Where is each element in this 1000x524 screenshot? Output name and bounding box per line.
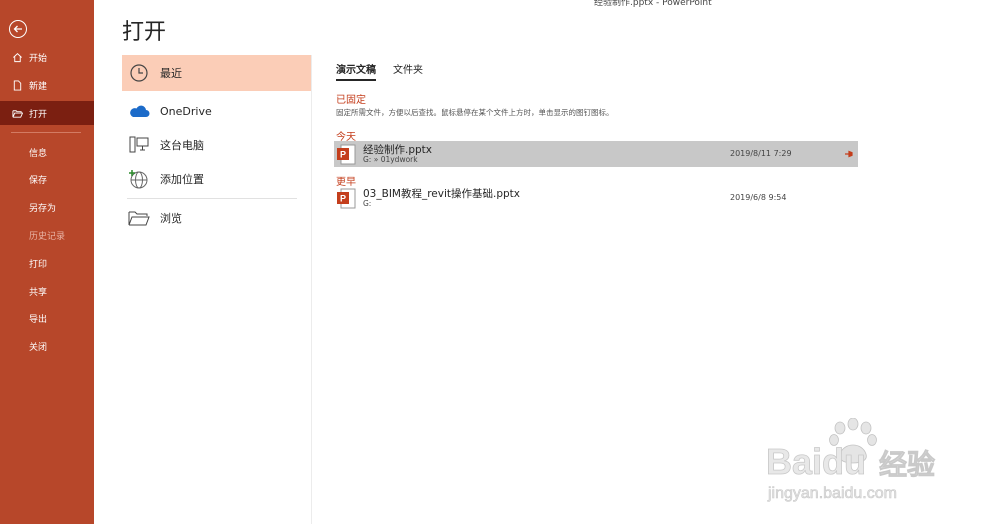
onedrive-cloud-icon [127, 99, 151, 123]
nav-export[interactable]: 导出 [0, 306, 94, 330]
open-folder-icon [11, 107, 23, 119]
location-onedrive[interactable]: OneDrive [122, 93, 311, 129]
pinned-description: 固定所需文件，方便以后查找。鼠标悬停在某个文件上方时，单击显示的图钉图标。 [336, 108, 614, 117]
nav-save-as[interactable]: 另存为 [0, 195, 94, 219]
column-divider [311, 55, 312, 524]
file-row[interactable]: P 经验制作.pptx G: » 01ydwork 2019/8/11 7:29 [334, 141, 858, 167]
add-location-globe-icon [127, 167, 151, 191]
watermark-url: jingyan.baidu.com [767, 485, 897, 502]
pptx-file-icon: P [337, 188, 356, 209]
browse-folder-icon [127, 206, 151, 230]
nav-share[interactable]: 共享 [0, 279, 94, 303]
nav-close[interactable]: 关闭 [0, 334, 94, 358]
home-icon [11, 51, 23, 63]
location-browse-label: 浏览 [160, 212, 182, 225]
location-recent-label: 最近 [160, 67, 182, 80]
location-recent[interactable]: 最近 [122, 55, 311, 91]
watermark-brand: Baidu [766, 441, 866, 482]
watermark-brand-cn: 经验 [879, 448, 935, 481]
nav-history[interactable]: 历史记录 [0, 223, 94, 247]
file-date: 2019/8/11 7:29 [730, 149, 792, 158]
location-add-place[interactable]: 添加位置 [122, 161, 311, 197]
computer-icon [127, 133, 151, 157]
recent-tabs: 演示文稿 文件夹 [336, 61, 440, 81]
nav-print[interactable]: 打印 [0, 251, 94, 275]
clock-icon [127, 61, 151, 85]
baidu-jingyan-watermark: Baidu 经验 jingyan.baidu.com [766, 418, 935, 502]
location-divider [127, 198, 297, 199]
back-button[interactable] [9, 20, 27, 38]
location-browse[interactable]: 浏览 [122, 200, 311, 236]
new-file-icon [11, 79, 23, 91]
location-add-place-label: 添加位置 [160, 173, 204, 186]
nav-info[interactable]: 信息 [0, 140, 94, 164]
location-this-pc[interactable]: 这台电脑 [122, 127, 311, 163]
location-onedrive-label: OneDrive [160, 104, 212, 118]
file-date: 2019/6/8 9:54 [730, 193, 787, 202]
nav-open-label: 打开 [29, 109, 48, 120]
svg-text:P: P [340, 150, 346, 160]
file-path: G: [363, 199, 372, 208]
nav-open[interactable]: 打开 [0, 101, 94, 125]
file-name: 03_BIM教程_revit操作基础.pptx [363, 188, 521, 200]
svg-text:P: P [340, 194, 346, 204]
nav-home[interactable]: 开始 [0, 45, 94, 69]
window-title: 经验制作.pptx - PowerPoint [594, 0, 712, 8]
tab-presentations[interactable]: 演示文稿 [336, 61, 376, 81]
nav-home-label: 开始 [29, 53, 48, 64]
nav-save[interactable]: 保存 [0, 167, 94, 191]
nav-divider [11, 132, 81, 133]
arrow-left-icon [13, 25, 22, 33]
pin-icon[interactable] [844, 149, 854, 159]
location-this-pc-label: 这台电脑 [160, 139, 204, 152]
tab-folders[interactable]: 文件夹 [393, 61, 423, 81]
page-title: 打开 [122, 20, 167, 45]
file-path: G: » 01ydwork [363, 155, 418, 164]
file-row[interactable]: P 03_BIM教程_revit操作基础.pptx G: 2019/6/8 9:… [334, 185, 858, 211]
nav-new-label: 新建 [29, 81, 48, 92]
backstage-sidebar: 开始 新建 打开 信息 保存 另存为 历史记录 打印 共享 导出 关闭 [0, 0, 94, 524]
pptx-file-icon: P [337, 144, 356, 165]
pinned-heading: 已固定 [336, 95, 366, 106]
nav-new[interactable]: 新建 [0, 73, 94, 97]
